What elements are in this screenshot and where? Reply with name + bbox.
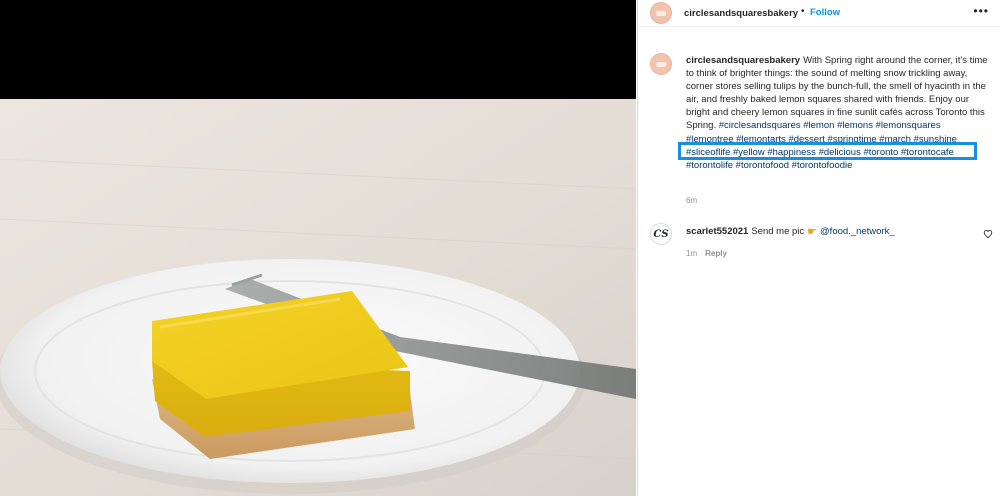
comment-mention[interactable]: @food._network_: [820, 226, 895, 237]
hashtag-link[interactable]: #torontocafe: [901, 147, 954, 158]
comment-body: Send me pic: [751, 226, 805, 237]
hashtag-link[interactable]: #circlesandsquares: [719, 120, 801, 131]
hashtag-list: #circlesandsquares #lemon #lemons #lemon…: [686, 120, 957, 170]
hashtag-link[interactable]: #lemonsquares: [876, 120, 941, 131]
reply-button[interactable]: Reply: [705, 249, 727, 258]
hashtag-link[interactable]: #lemontree: [686, 134, 734, 145]
hashtag-link[interactable]: #springtime: [828, 134, 877, 145]
follow-button[interactable]: Follow: [810, 7, 840, 18]
hashtag-link[interactable]: #happiness: [767, 147, 816, 158]
hashtag-link[interactable]: #lemontarts: [736, 134, 786, 145]
commenter-avatar[interactable]: CS: [650, 223, 672, 245]
hashtag-link[interactable]: #lemon: [803, 120, 834, 131]
hashtag-link[interactable]: #sliceoflife: [686, 147, 730, 158]
author-username[interactable]: circlesandsquaresbakery: [684, 8, 798, 19]
lemon-square-photo: [0, 99, 636, 496]
post-details-panel: circlesandsquaresbakery • Follow ••• cir…: [637, 0, 1000, 496]
comment-meta: 1m Reply: [686, 249, 727, 258]
caption-timestamp[interactable]: 6m: [686, 196, 697, 205]
more-options-icon[interactable]: •••: [973, 5, 989, 17]
caption-username[interactable]: circlesandsquaresbakery: [686, 55, 800, 66]
like-comment-heart-icon[interactable]: [983, 229, 993, 239]
comment-timestamp[interactable]: 1m: [686, 249, 697, 258]
comment-item: CS scarlet552021 Send me pic ☛ @food._netwo…: [638, 218, 1000, 268]
hashtag-link[interactable]: #delicious: [819, 147, 861, 158]
caption-text: circlesandsquaresbakery With Spring right…: [686, 54, 988, 172]
caption-author-avatar[interactable]: [650, 53, 672, 75]
hashtag-link[interactable]: #yellow: [733, 147, 765, 158]
commenter-username[interactable]: scarlet552021: [686, 226, 748, 237]
hashtag-link[interactable]: #torontofoodie: [792, 160, 853, 171]
post-header: circlesandsquaresbakery • Follow •••: [638, 0, 1000, 27]
hashtag-link[interactable]: #march: [879, 134, 911, 145]
hashtag-link[interactable]: #torontolife: [686, 160, 733, 171]
hashtag-link[interactable]: #toronto: [863, 147, 898, 158]
separator-dot: •: [801, 6, 805, 17]
hashtag-link[interactable]: #lemons: [837, 120, 873, 131]
author-avatar[interactable]: [650, 2, 672, 24]
post-media[interactable]: [0, 0, 636, 496]
hashtag-link[interactable]: #dessert: [788, 134, 824, 145]
hashtag-link[interactable]: #torontofood: [736, 160, 789, 171]
hashtag-link[interactable]: #sunshine: [914, 134, 957, 145]
comment-text: scarlet552021 Send me pic ☛ @food._network_: [686, 225, 895, 238]
pointing-hand-icon: ☛: [807, 226, 818, 238]
